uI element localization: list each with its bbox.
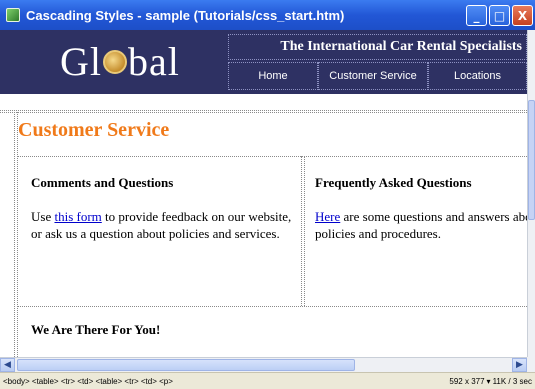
window-size-dropdown-icon[interactable]: ▾: [487, 377, 491, 386]
horizontal-scrollbar[interactable]: ◀ ▶: [0, 357, 527, 372]
nav-customer-service[interactable]: Customer Service: [318, 62, 428, 90]
download-estimate: 11K / 3 sec: [492, 376, 532, 386]
status-bar: <body> <table> <tr> <td> <table> <tr> <t…: [0, 372, 535, 389]
horizontal-scroll-track[interactable]: [15, 358, 512, 372]
scroll-right-button[interactable]: ▶: [512, 358, 527, 372]
document-icon: [6, 8, 20, 22]
here-link[interactable]: Here: [315, 209, 340, 224]
comments-heading: Comments and Questions: [31, 175, 174, 190]
globe-icon: [103, 49, 127, 74]
this-form-link[interactable]: this form: [54, 209, 101, 224]
page-heading: Customer Service: [18, 119, 170, 141]
minimize-button[interactable]: _: [466, 5, 487, 26]
maximize-button[interactable]: □: [489, 5, 510, 26]
status-info: 592 x 377 ▾ 11K / 3 sec: [449, 377, 532, 386]
window-controls: _ □ X: [466, 5, 533, 26]
faq-heading: Frequently Asked Questions: [315, 175, 472, 190]
scrollbar-corner: [527, 357, 535, 372]
table-guide: [14, 112, 15, 357]
table-guide: [0, 112, 527, 113]
support-heading: We Are There For You!: [31, 322, 161, 337]
logo-text-end: bal: [128, 39, 180, 84]
window-title: Cascading Styles - sample (Tutorials/css…: [26, 7, 345, 23]
table-guide: [304, 156, 305, 306]
table-guide: [301, 156, 302, 306]
nav-locations[interactable]: Locations: [428, 62, 527, 90]
site-tagline: The International Car Rental Specialists: [228, 34, 527, 60]
title-bar[interactable]: Cascading Styles - sample (Tutorials/css…: [0, 0, 535, 30]
vertical-scrollbar[interactable]: [527, 30, 535, 357]
design-view[interactable]: Gl bal The International Car Rental Speci…: [0, 30, 527, 357]
faq-text: are some questions and answers about Glo…: [315, 209, 527, 241]
comments-text-start: Use: [31, 209, 55, 224]
scroll-left-button[interactable]: ◀: [0, 358, 15, 372]
table-guide: [0, 110, 527, 111]
tag-selector[interactable]: <body> <table> <tr> <td> <table> <tr> <t…: [3, 377, 173, 386]
logo-text-start: Gl: [60, 39, 102, 84]
window-size[interactable]: 592 x 377: [449, 377, 484, 386]
close-button[interactable]: X: [512, 5, 533, 26]
site-header: Gl bal The International Car Rental Speci…: [0, 30, 527, 94]
table-guide: [17, 156, 527, 157]
faq-paragraph: Here are some questions and answers abou…: [315, 208, 527, 242]
site-nav: Home Customer Service Locations: [228, 62, 527, 90]
vertical-scroll-thumb[interactable]: [528, 100, 535, 220]
table-guide: [17, 306, 527, 307]
nav-home[interactable]: Home: [228, 62, 318, 90]
comments-paragraph: Use this form to provide feedback on our…: [31, 208, 293, 242]
site-logo[interactable]: Gl bal: [60, 36, 180, 88]
horizontal-scroll-thumb[interactable]: [17, 359, 355, 371]
table-guide: [17, 112, 18, 357]
